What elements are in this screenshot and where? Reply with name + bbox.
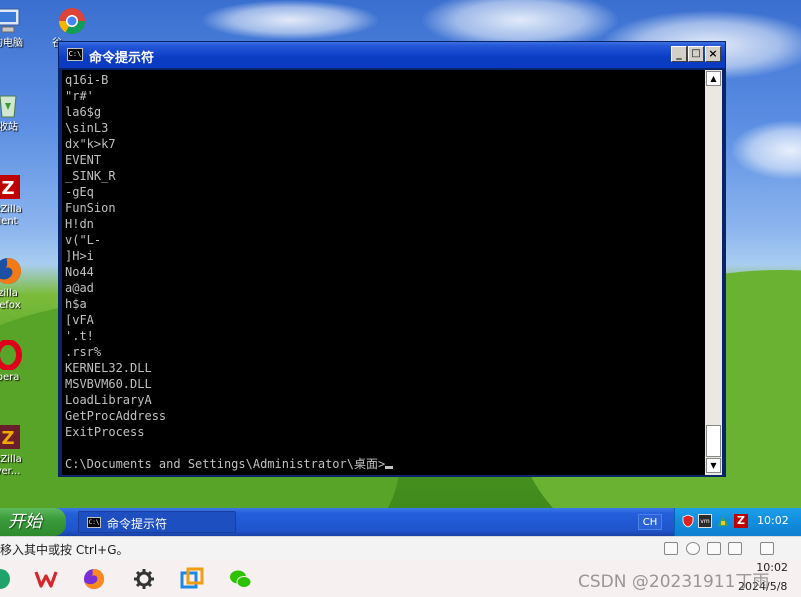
console-line: H!dn — [65, 217, 94, 231]
message-icon[interactable] — [760, 542, 774, 555]
console-line: No44 — [65, 265, 94, 279]
firefox-icon — [0, 256, 23, 286]
desktop-icon-opera[interactable]: pera — [0, 339, 38, 384]
shield-icon[interactable] — [681, 514, 695, 528]
system-tray: vm Z 10:02 — [674, 508, 801, 536]
console-icon: C:\ — [87, 517, 101, 528]
console-line: -gEq — [65, 185, 94, 199]
scroll-up-button[interactable]: ▲ — [706, 71, 721, 86]
svg-text:Z: Z — [1, 428, 14, 449]
scroll-thumb[interactable] — [706, 425, 721, 457]
console-line: a@ad — [65, 281, 94, 295]
desktop-icon-label-2: ver... — [0, 466, 21, 477]
desktop-icon-label-2: refox — [0, 300, 21, 311]
console-line: .rsr% — [65, 345, 102, 359]
network-icon[interactable] — [716, 514, 730, 528]
settings-gear-icon[interactable] — [132, 567, 156, 591]
xp-taskbar: 开始 C:\ 命令提示符 CH vm Z 10:02 — [0, 508, 801, 536]
recycle-bin-icon — [0, 90, 23, 120]
host-status-bar: 移入其中或按 Ctrl+G。 — [0, 536, 801, 560]
network-adapter-icon[interactable] — [728, 542, 742, 555]
console-line: '.t! — [65, 329, 94, 343]
monitor-icon[interactable] — [664, 542, 678, 555]
vmware-icon[interactable]: vm — [698, 514, 712, 528]
taskbar-clock: 10:02 — [757, 514, 789, 527]
console-line: ExitProcess — [65, 425, 145, 439]
desktop-icon-filezilla-server[interactable]: Z eZilla ver... — [0, 422, 38, 478]
filezilla-server-icon: Z — [0, 422, 23, 452]
console-lines: q16i-B "r#' la6$g \sinL3 dx"k>k7 EVENT _SINK_R… — [65, 72, 705, 440]
desktop-icon-my-computer[interactable]: 的电脑 — [0, 6, 38, 50]
console-line: LoadLibraryA — [65, 393, 152, 407]
chrome-icon — [57, 6, 87, 36]
cloud — [730, 120, 801, 180]
taskbar-button-label: 命令提示符 — [107, 517, 168, 531]
console-line: ]H>i — [65, 249, 94, 263]
console-line: KERNEL32.DLL — [65, 361, 152, 375]
filezilla-client-icon: Z — [0, 172, 23, 202]
wps-icon[interactable] — [34, 567, 58, 591]
console-line: q16i-B — [65, 73, 109, 87]
maximize-button[interactable]: □ — [688, 46, 704, 62]
console-line: la6$g — [65, 105, 102, 119]
console-line: GetProcAddress — [65, 409, 167, 423]
console-line: \sinL3 — [65, 121, 109, 135]
console-line: h$a — [65, 297, 87, 311]
desktop-icon-label-2: ient — [0, 216, 18, 227]
desktop-icon-label: 的电脑 — [0, 38, 23, 49]
vertical-scrollbar[interactable]: ▲ ▼ — [705, 70, 722, 475]
desktop-icon-firefox[interactable]: zilla refox — [0, 256, 38, 312]
console-line: "r#' — [65, 89, 94, 103]
desktop-icon-label: zilla — [0, 288, 18, 299]
taskbar-button-cmd[interactable]: C:\ 命令提示符 — [78, 511, 236, 533]
svg-text:Z: Z — [1, 178, 14, 199]
console-line: v("L- — [65, 233, 102, 247]
watermark: CSDN @20231911丁雨 — [578, 572, 770, 592]
desktop-icon-label: pera — [0, 372, 20, 383]
window-title: 命令提示符 — [89, 51, 155, 66]
wechat-icon[interactable] — [228, 567, 252, 591]
console-line: EVENT — [65, 153, 102, 167]
desktop-icon-label: eZilla — [0, 204, 22, 215]
console-icon: C:\ — [67, 48, 83, 61]
console-line: MSVBVM60.DLL — [65, 377, 152, 391]
console-line: FunSion — [65, 201, 116, 215]
cmd-titlebar[interactable]: C:\ 命令提示符 _ □ × — [59, 42, 725, 68]
desktop-icon-filezilla-client[interactable]: Z eZilla ient — [0, 172, 38, 228]
status-message: 移入其中或按 Ctrl+G。 — [0, 543, 129, 557]
console-line: _SINK_R — [65, 169, 116, 183]
scroll-down-button[interactable]: ▼ — [706, 458, 721, 473]
cmd-window[interactable]: C:\ 命令提示符 _ □ × q16i-B "r#' la6$g \sinL3 dx"… — [58, 41, 726, 477]
filezilla-tray-icon[interactable]: Z — [734, 514, 748, 528]
firefox-icon[interactable] — [82, 567, 106, 591]
save-icon[interactable] — [707, 542, 721, 555]
vmware-workstation-icon[interactable] — [180, 567, 204, 591]
minimize-button[interactable]: _ — [671, 46, 687, 62]
command-prompt-line[interactable]: C:\Documents and Settings\Administrator\… — [65, 456, 394, 472]
disc-icon[interactable] — [686, 542, 700, 555]
cloud — [200, 0, 380, 40]
console-output-area[interactable]: q16i-B "r#' la6$g \sinL3 dx"k>k7 EVENT _SINK_R… — [62, 70, 722, 475]
text-cursor — [385, 466, 394, 469]
language-indicator[interactable]: CH — [638, 514, 662, 530]
desktop-icon-label: 收站 — [0, 122, 18, 133]
opera-icon — [0, 339, 23, 371]
start-button[interactable]: 开始 — [0, 508, 66, 536]
console-line: [vFA — [65, 313, 94, 327]
desktop-icon-label: eZilla — [0, 454, 22, 465]
my-computer-icon — [0, 6, 23, 36]
edge-icon[interactable] — [0, 567, 12, 591]
prompt-text: C:\Documents and Settings\Administrator\… — [65, 457, 386, 471]
console-line: dx"k>k7 — [65, 137, 116, 151]
close-button[interactable]: × — [705, 46, 721, 62]
desktop-icon-recycle-bin[interactable]: 收站 — [0, 90, 38, 134]
